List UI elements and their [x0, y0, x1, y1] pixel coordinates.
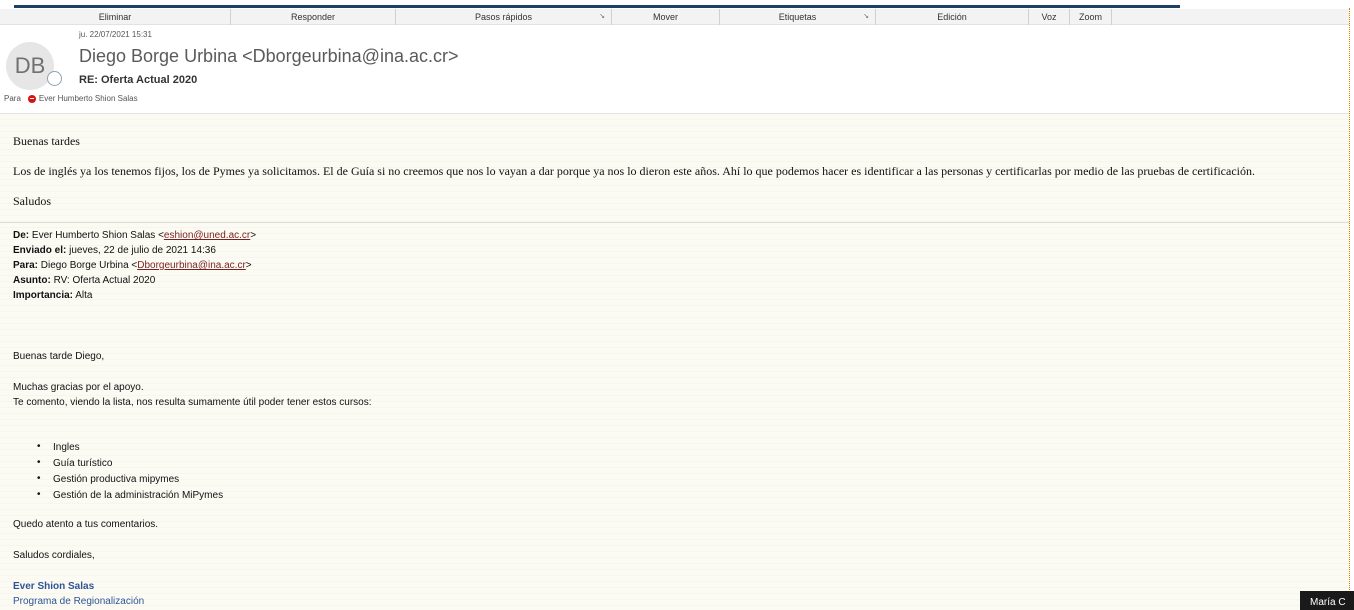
ribbon-group-label: Eliminar: [98, 11, 132, 22]
sent-value: jueves, 22 de julio de 2021 14:36: [69, 245, 216, 256]
ribbon-group-label: Edición: [937, 11, 967, 22]
message-header: DB ju. 22/07/2021 15:31 Diego Borge Urbi…: [0, 26, 1350, 114]
ribbon-group-responder[interactable]: Responder: [231, 8, 396, 25]
ribbon-group-eliminar[interactable]: Eliminar: [0, 8, 231, 25]
to-label: Para:: [13, 260, 39, 271]
reply-greeting: Buenas tardes: [13, 134, 80, 148]
recipient-name[interactable]: Ever Humberto Shion Salas: [39, 94, 138, 103]
to-end: >: [245, 260, 252, 271]
ribbon-group-label: Zoom: [1078, 11, 1102, 22]
sender-name[interactable]: Diego Borge Urbina <Dborgeurbina@ina.ac.…: [79, 46, 459, 67]
ribbon-group-label: Voz: [1041, 11, 1057, 22]
quote-divider: [0, 222, 1350, 223]
reply-closing: Saludos: [13, 194, 52, 208]
list-item: Gestión productiva mipymes: [37, 473, 223, 490]
from-label: De:: [13, 230, 30, 241]
avatar-initials: DB: [14, 53, 46, 78]
to-name: Diego Borge Urbina <: [40, 260, 138, 271]
ribbon-group-pasos-rapidos[interactable]: Pasos rápidos ↘: [396, 8, 612, 25]
ribbon-group-mover[interactable]: Mover: [612, 8, 720, 25]
to-email-link[interactable]: Dborgeurbina@ina.ac.cr: [137, 260, 246, 271]
quoted-intro: Te comento, viendo la lista, nos resulta…: [13, 397, 372, 408]
message-date: ju. 22/07/2021 15:31: [79, 30, 152, 39]
quoted-importance: Importancia: Alta: [13, 290, 92, 301]
message-body: Buenas tardes Los de inglés ya los tenem…: [0, 114, 1350, 610]
from-name: Ever Humberto Shion Salas <: [31, 230, 164, 241]
quoted-waiting: Quedo atento a tus comentarios.: [13, 519, 159, 530]
recipients-row: Para Ever Humberto Shion Salas: [4, 94, 138, 103]
avatar[interactable]: DB: [6, 42, 54, 90]
from-end: >: [250, 230, 257, 241]
ribbon-group-label: Etiquetas: [778, 11, 817, 22]
list-item: Ingles: [37, 441, 223, 458]
list-item: Gestión de la administración MiPymes: [37, 489, 223, 506]
ribbon-group-zoom[interactable]: Zoom: [1070, 8, 1112, 25]
importance-label: Importancia:: [13, 290, 74, 301]
presence-status-icon: [47, 71, 62, 86]
ribbon-group-voz[interactable]: Voz: [1029, 8, 1070, 25]
quoted-subject: Asunto: RV: Oferta Actual 2020: [13, 275, 155, 286]
ribbon-group-label: Pasos rápidos: [474, 11, 533, 22]
dialog-launcher-icon[interactable]: ↘: [863, 12, 869, 20]
quoted-greeting: Buenas tarde Diego,: [13, 351, 105, 362]
ribbon-group-edicion[interactable]: Edición: [876, 8, 1029, 25]
signature-department: Programa de Regionalización: [13, 596, 145, 607]
reply-paragraph: Los de inglés ya los tenemos fijos, los …: [13, 164, 1255, 178]
to-label: Para: [4, 94, 21, 103]
from-email-link[interactable]: eshion@uned.ac.cr: [164, 230, 250, 241]
ribbon-group-labels: Eliminar Responder Pasos rápidos ↘ Mover…: [0, 8, 1350, 25]
sent-label: Enviado el:: [13, 245, 67, 256]
importance-value: Alta: [75, 290, 93, 301]
message-subject: RE: Oferta Actual 2020: [79, 74, 198, 86]
contact-tooltip: María C: [1300, 591, 1354, 610]
subject-label: Asunto:: [13, 275, 51, 286]
busy-status-icon: [27, 94, 36, 103]
dialog-launcher-icon[interactable]: ↘: [599, 12, 605, 20]
ribbon-group-label: Mover: [652, 11, 678, 22]
quoted-regards: Saludos cordiales,: [13, 550, 95, 561]
quoted-to: Para: Diego Borge Urbina <Dborgeurbina@i…: [13, 260, 252, 271]
ribbon-group-etiquetas[interactable]: Etiquetas ↘: [720, 8, 876, 25]
course-list: Ingles Guía turístico Gestión productiva…: [37, 441, 223, 506]
list-item: Guía turístico: [37, 457, 223, 474]
quoted-from: De: Ever Humberto Shion Salas <eshion@un…: [13, 230, 256, 241]
quoted-thanks: Muchas gracias por el apoyo.: [13, 382, 144, 393]
quoted-sent: Enviado el: jueves, 22 de julio de 2021 …: [13, 245, 216, 256]
subject-value: RV: Oferta Actual 2020: [53, 275, 156, 286]
ribbon-group-label: Responder: [290, 11, 336, 22]
pane-edge-guide: [1349, 8, 1350, 610]
signature-name: Ever Shion Salas: [13, 581, 95, 592]
